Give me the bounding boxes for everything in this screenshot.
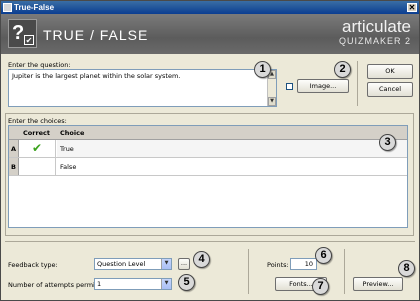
callout-3: 3 — [379, 134, 396, 151]
column-header-correct: Correct — [23, 129, 51, 137]
callout-2: 2 — [334, 61, 351, 78]
question-textarea[interactable]: Jupiter is the largest planet within the… — [8, 69, 277, 107]
correct-cell[interactable] — [19, 158, 56, 175]
callout-4: 4 — [193, 251, 210, 268]
choice-text[interactable]: False — [60, 163, 76, 171]
divider — [357, 61, 358, 106]
callout-8: 8 — [398, 260, 415, 277]
ok-button[interactable]: OK — [367, 64, 413, 79]
divider — [248, 249, 249, 294]
question-text: Jupiter is the largest planet within the… — [12, 72, 181, 80]
scroll-down-icon[interactable]: ▼ — [268, 97, 276, 106]
feedback-type-value: Question Level — [97, 260, 146, 268]
header-banner: ? ✔ TRUE / FALSE articulate QUIZMAKER 2 — [1, 14, 419, 54]
window-title: True-False — [14, 3, 55, 12]
question-type-icon: ? ✔ — [8, 19, 37, 48]
true-false-dialog: True-False ✕ ? ✔ TRUE / FALSE articulate… — [0, 0, 420, 301]
image-checkbox[interactable] — [286, 83, 293, 90]
table-header: Correct Choice — [9, 126, 407, 140]
choices-table[interactable]: Correct Choice A ✔ True B False — [8, 125, 408, 228]
brand-product: QUIZMAKER 2 — [338, 36, 411, 46]
checkbox-icon: ✔ — [24, 35, 34, 45]
attempts-value: 1 — [97, 280, 102, 288]
callout-1: 1 — [254, 61, 271, 78]
choice-text[interactable]: True — [60, 145, 74, 153]
image-button[interactable]: Image... — [297, 79, 349, 93]
points-label: Points: — [267, 261, 289, 269]
callout-5: 5 — [178, 274, 195, 291]
points-input[interactable]: 10 — [290, 258, 317, 270]
feedback-options-button[interactable]: ... — [178, 258, 190, 270]
callout-6: 6 — [315, 247, 332, 264]
row-letter: B — [9, 158, 19, 175]
title-bar: True-False ✕ — [1, 1, 419, 14]
brand-name: articulate — [342, 17, 411, 36]
close-icon[interactable]: ✕ — [407, 3, 417, 12]
row-letter: A — [9, 140, 19, 157]
app-icon — [3, 3, 12, 12]
question-label: Enter the question: — [8, 61, 71, 69]
table-row[interactable]: B False — [9, 158, 407, 176]
feedback-type-label: Feedback type: — [8, 261, 58, 269]
table-row[interactable]: A ✔ True — [9, 140, 407, 158]
check-icon: ✔ — [32, 141, 43, 155]
chevron-down-icon[interactable]: ▼ — [161, 279, 171, 289]
brand-logo: articulate QUIZMAKER 2 — [339, 17, 411, 47]
divider — [5, 241, 415, 242]
divider — [344, 249, 345, 294]
cancel-button[interactable]: Cancel — [367, 82, 413, 97]
choices-label: Enter the choices: — [8, 117, 67, 125]
attempts-select[interactable]: 1 ▼ — [94, 278, 172, 290]
correct-cell[interactable]: ✔ — [19, 140, 56, 157]
chevron-down-icon[interactable]: ▼ — [161, 259, 171, 269]
preview-button[interactable]: Preview... — [353, 277, 403, 291]
column-header-choice: Choice — [60, 129, 85, 137]
callout-7: 7 — [312, 278, 329, 295]
feedback-type-select[interactable]: Question Level ▼ — [94, 258, 172, 270]
page-title: TRUE / FALSE — [43, 27, 149, 43]
